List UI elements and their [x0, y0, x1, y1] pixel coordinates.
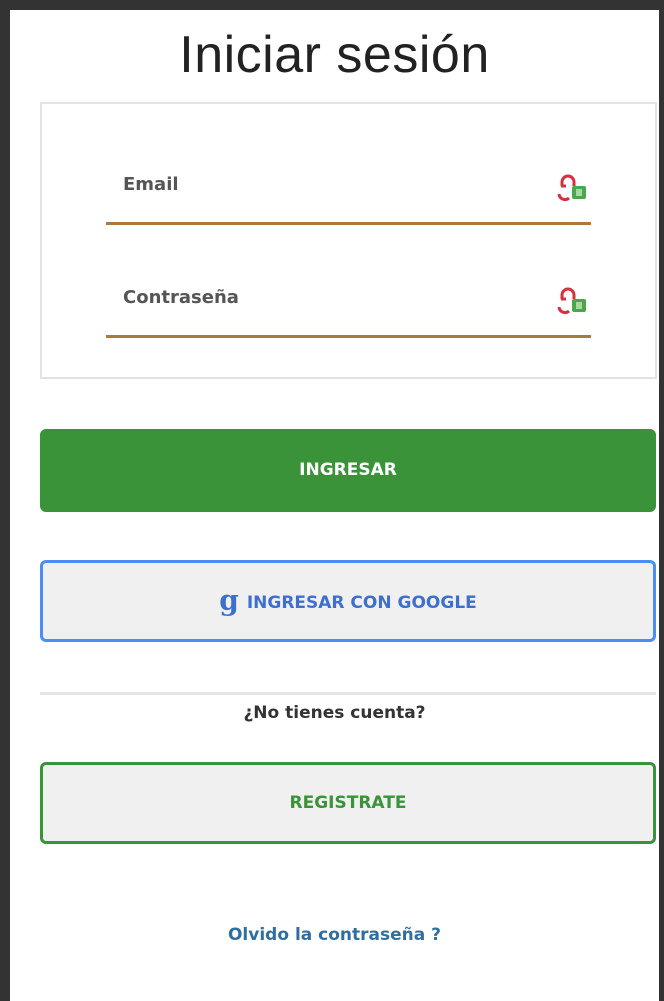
divider — [40, 692, 656, 695]
email-field[interactable]: Email — [106, 162, 595, 225]
google-login-button[interactable]: g INGRESAR CON GOOGLE — [40, 560, 656, 642]
password-field[interactable]: Contraseña — [106, 275, 595, 338]
password-manager-lock-icon[interactable] — [555, 287, 589, 317]
google-login-label: INGRESAR CON GOOGLE — [246, 593, 477, 613]
password-input[interactable] — [106, 275, 595, 337]
page-title: Iniciar sesión — [179, 26, 490, 84]
login-button[interactable]: INGRESAR — [40, 429, 656, 512]
no-account-text: ¿No tienes cuenta? — [243, 703, 426, 723]
register-button[interactable]: REGISTRATE — [40, 762, 656, 844]
google-g-icon: g — [219, 584, 239, 617]
email-input[interactable] — [106, 162, 595, 224]
password-manager-lock-icon[interactable] — [555, 174, 589, 204]
forgot-password-link[interactable]: Olvido la contraseña ? — [10, 925, 659, 945]
